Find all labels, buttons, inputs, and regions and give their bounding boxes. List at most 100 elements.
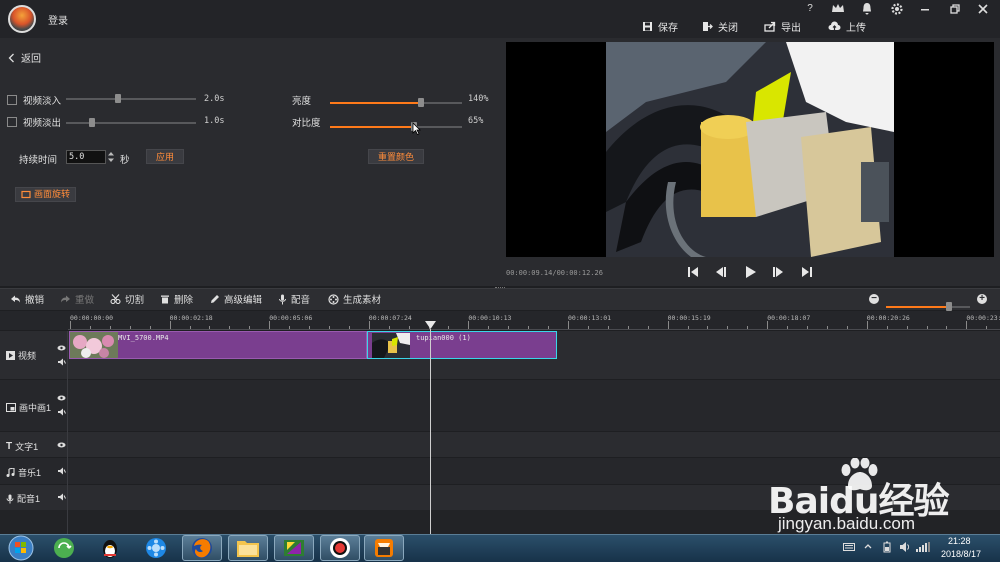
music-track-mute-icon[interactable] — [57, 467, 66, 475]
taskbar-app-qq[interactable] — [90, 535, 130, 561]
skip-to-start-button[interactable] — [685, 264, 701, 280]
video-track-visibility-icon[interactable] — [57, 345, 66, 351]
skip-to-end-button[interactable] — [799, 264, 815, 280]
folder-icon — [237, 541, 259, 557]
app-logo-icon[interactable] — [8, 5, 36, 33]
ruler-minor-tick — [309, 326, 311, 329]
fade-in-checkbox[interactable] — [7, 95, 17, 105]
duration-input[interactable]: 5.0 — [66, 150, 106, 164]
undo-button[interactable]: 撤销 — [10, 292, 44, 306]
battery-icon[interactable] — [883, 541, 891, 553]
timeline-corner — [0, 311, 68, 330]
taskbar-app-green[interactable] — [44, 535, 84, 561]
taskbar-app-explorer[interactable] — [228, 535, 268, 561]
tray-chevron-up-icon[interactable] — [864, 541, 872, 553]
ruler-major-tick — [767, 321, 769, 329]
pip-track-label: 画中画1 — [19, 403, 52, 413]
play-button[interactable] — [742, 264, 758, 280]
video-track-mute-icon[interactable] — [57, 358, 66, 366]
duration-stepper[interactable] — [107, 150, 115, 164]
panel-splitter-handle[interactable] — [495, 287, 505, 290]
pip-track-mute-icon[interactable] — [57, 408, 66, 416]
vip-crown-icon — [832, 4, 844, 12]
video-track-header: 视频 — [6, 349, 36, 362]
image-clip-selected[interactable]: tupian000 (1) — [367, 331, 557, 359]
edit-toolbar — [0, 288, 1000, 310]
delete-button[interactable]: 删除 — [160, 292, 193, 306]
fade-in-slider[interactable] — [66, 94, 196, 103]
taskbar-app-firefox[interactable] — [182, 535, 222, 561]
ruler-major-tick — [70, 321, 71, 329]
advanced-edit-button[interactable]: 高级编辑 — [210, 292, 262, 306]
zoom-in-icon[interactable]: + — [977, 294, 987, 304]
image-clip-thumbnail — [372, 333, 410, 358]
taskbar-app-player[interactable] — [136, 535, 176, 561]
fade-in-slider-handle[interactable] — [115, 94, 121, 103]
taskbar-clock-time[interactable]: 21:28 — [948, 536, 971, 546]
brightness-slider-handle[interactable] — [418, 98, 424, 107]
cut-button[interactable]: 切割 — [110, 292, 144, 306]
login-link[interactable]: 登录 — [48, 12, 68, 27]
contrast-slider-fill — [330, 126, 414, 128]
fade-out-slider-handle[interactable] — [89, 118, 95, 127]
windows-start-orb-icon — [8, 535, 34, 561]
fade-out-row: 视频淡出 — [7, 115, 61, 129]
dub-button[interactable]: 配音 — [278, 292, 310, 306]
reset-color-button[interactable]: 重置颜色 — [368, 149, 425, 164]
pip-track-visibility-icon[interactable] — [57, 395, 66, 401]
ruler-minor-tick — [707, 326, 709, 329]
fade-out-slider[interactable] — [66, 118, 196, 127]
generate-material-button[interactable]: 生成素材 — [328, 292, 381, 306]
keyboard-tray-icon[interactable] — [843, 542, 855, 552]
video-editor-app-icon — [375, 539, 393, 557]
video-clip[interactable]: MVI_5700.MP4 — [69, 331, 367, 359]
previous-frame-button[interactable] — [713, 264, 729, 280]
record-icon — [330, 538, 350, 558]
fade-out-checkbox[interactable] — [7, 117, 17, 127]
fade-in-label: 视频淡入 — [23, 96, 62, 107]
volume-icon[interactable] — [899, 541, 911, 553]
text-track-visibility-icon[interactable] — [57, 442, 66, 448]
taskbar-clock-date[interactable]: 2018/8/17 — [941, 549, 981, 559]
ruler-minor-tick — [627, 326, 629, 329]
next-frame-button[interactable] — [770, 264, 786, 280]
playhead-line[interactable] — [430, 329, 431, 534]
microphone-icon — [279, 294, 286, 304]
timeline-ruler[interactable]: 00:00:00:00 00:00:02:18 00:00:05:06 00:00:0… — [68, 311, 1000, 330]
taskbar-app-recorder[interactable] — [320, 535, 360, 561]
help-button[interactable]: ? — [802, 2, 818, 16]
zoom-slider-handle[interactable] — [946, 302, 952, 311]
restore-button[interactable] — [948, 2, 964, 16]
taskbar-app-video-editor-active[interactable] — [364, 535, 404, 561]
delete-label: 删除 — [174, 295, 194, 306]
brightness-slider[interactable] — [330, 98, 462, 107]
contrast-value: 65% — [468, 116, 484, 126]
export-button[interactable]: 导出 — [764, 19, 801, 34]
ruler-minor-tick — [508, 326, 510, 329]
notification-bell-icon[interactable] — [860, 2, 876, 16]
undo-icon — [11, 295, 20, 303]
apply-button[interactable]: 应用 — [146, 149, 185, 164]
minimize-button[interactable] — [918, 2, 934, 16]
back-button[interactable]: 返回 — [8, 50, 41, 65]
upload-label: 上传 — [846, 22, 866, 34]
contrast-slider[interactable] — [330, 122, 462, 131]
network-signal-icon[interactable] — [916, 542, 930, 552]
close-project-button[interactable]: 关闭 — [702, 19, 738, 34]
close-window-button[interactable] — [976, 2, 992, 16]
taskbar-app-editor[interactable] — [274, 535, 314, 561]
upload-button[interactable]: 上传 — [828, 19, 866, 34]
back-label: 返回 — [21, 54, 41, 65]
redo-button[interactable]: 重做 — [60, 292, 94, 306]
ruler-minor-tick — [946, 326, 948, 329]
zoom-slider[interactable] — [886, 302, 970, 311]
zoom-out-icon[interactable]: − — [869, 294, 879, 304]
save-button[interactable]: 保存 — [642, 19, 678, 34]
rotate-button[interactable]: 画面旋转 — [15, 187, 77, 202]
green-video-app-icon — [284, 540, 304, 556]
vip-button[interactable] — [830, 2, 846, 16]
settings-gear-icon[interactable] — [890, 2, 906, 16]
voice-track-mute-icon[interactable] — [57, 493, 66, 501]
start-button[interactable] — [4, 535, 38, 561]
text-track-icon: T — [6, 441, 13, 452]
